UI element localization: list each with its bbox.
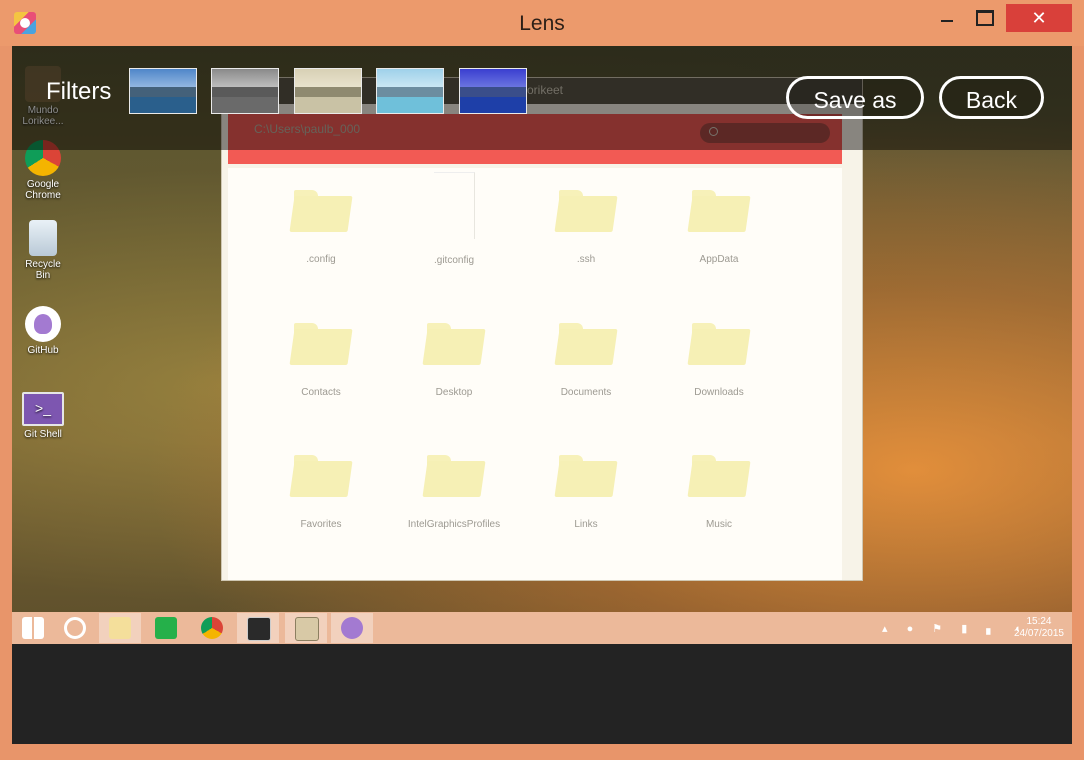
lens-icon [341,617,363,639]
taskbar-ie [54,613,96,643]
file-item-label: Links [574,519,598,530]
terminal-icon: >_ [22,392,64,426]
file-grid: .config .gitconfig .ssh AppData Contacts… [228,168,842,580]
recycle-bin-icon [29,220,57,256]
file-item: Links [521,449,651,530]
file-item: Documents [521,317,651,398]
github-icon [25,306,61,342]
taskbar-clock: 15:24 24/07/2015 [1014,616,1064,640]
file-item-label: Downloads [694,387,744,398]
folder-icon [555,449,617,495]
close-button[interactable]: ✕ [1006,4,1072,32]
folder-icon [555,184,617,230]
terminal-icon [247,617,271,641]
save-as-button[interactable]: Save as [786,76,924,119]
clock-date: 24/07/2015 [1013,628,1064,639]
file-item-label: Desktop [435,387,473,398]
desktop-icon-git-shell: >_ Git Shell [18,392,68,440]
folder-icon [688,317,750,363]
file-item-label: Documents [560,387,612,398]
folder-icon [688,449,750,495]
window-frame: Lens ✕ Mundo Lorikee... Google Chrome Re… [0,0,1084,760]
file-explorer-icon [109,617,131,639]
file-item-label: .config [306,254,336,265]
file-item-label: Music [705,519,733,530]
file-item: Music [654,449,784,530]
taskbar-chrome [191,613,233,643]
folder-icon [423,449,485,495]
desktop-icon-label: Google Chrome [25,179,61,201]
taskbar-explorer [99,613,141,643]
taskbar-window [285,613,327,643]
file-item-label: .gitconfig [433,255,475,266]
filter-thumb-grayscale[interactable] [211,68,279,114]
filter-thumb-original[interactable] [129,68,197,114]
file-item-label: AppData [699,254,739,265]
clock-time: 15:24 [1026,616,1052,627]
file-item: .config [256,184,386,265]
filter-thumb-sepia[interactable] [294,68,362,114]
title-bar: Lens ✕ [0,0,1084,46]
taskbar-lens [331,613,373,643]
file-item-label: Favorites [300,519,342,530]
maximize-icon [976,9,994,26]
maximize-button[interactable] [962,4,1008,34]
screenshot-taskbar: ▴ ● ⚑ ▮ ▖ ◖ 15:24 24/07/2015 [12,612,1072,644]
minimize-icon [941,19,953,22]
filter-thumb-blue[interactable] [459,68,527,114]
desktop-icon-recycle-bin: Recycle Bin [18,220,68,281]
file-item: .ssh [521,184,651,265]
file-item-label: IntelGraphicsProfiles [407,519,501,530]
taskbar-terminal [237,613,279,643]
file-item-label: .ssh [576,254,596,265]
file-item: IntelGraphicsProfiles [389,449,519,530]
system-tray-icons: ▴ ● ⚑ ▮ ▖ ◖ [882,623,1029,635]
file-browser-window: orikeet C:\Users\paulb_000 .config .gitc… [222,78,862,580]
close-icon: ✕ [1031,8,1047,28]
desktop-icon-label: Recycle Bin [25,259,61,281]
folder-icon [290,184,352,230]
window-icon [295,617,319,641]
windows-start-icon [22,617,44,639]
back-button[interactable]: Back [939,76,1044,119]
filter-thumb-bright[interactable] [376,68,444,114]
taskbar-store [145,613,187,643]
file-item: .gitconfig [389,172,519,266]
internet-explorer-icon [64,617,86,639]
desktop-icon-label: GitHub [27,345,59,356]
desktop-icon-github: GitHub [18,306,68,356]
chrome-icon [201,617,223,639]
window-title: Lens [519,12,565,35]
file-item: Desktop [389,317,519,398]
folder-icon [290,317,352,363]
file-icon [433,172,475,239]
taskbar-start [12,613,54,643]
desktop-icon-label: Git Shell [24,429,62,440]
file-item-label: Contacts [301,387,341,398]
store-icon [155,617,177,639]
folder-icon [688,184,750,230]
canvas-padding [12,644,1072,744]
file-item: AppData [654,184,784,265]
file-item: Contacts [256,317,386,398]
filter-toolbar: Filters Save as Back [12,46,1072,150]
folder-icon [423,317,485,363]
file-item: Favorites [256,449,386,530]
file-item: Downloads [654,317,784,398]
folder-icon [555,317,617,363]
folder-icon [290,449,352,495]
filters-label: Filters [46,78,112,105]
image-canvas: Mundo Lorikee... Google Chrome Recycle B… [12,46,1072,744]
